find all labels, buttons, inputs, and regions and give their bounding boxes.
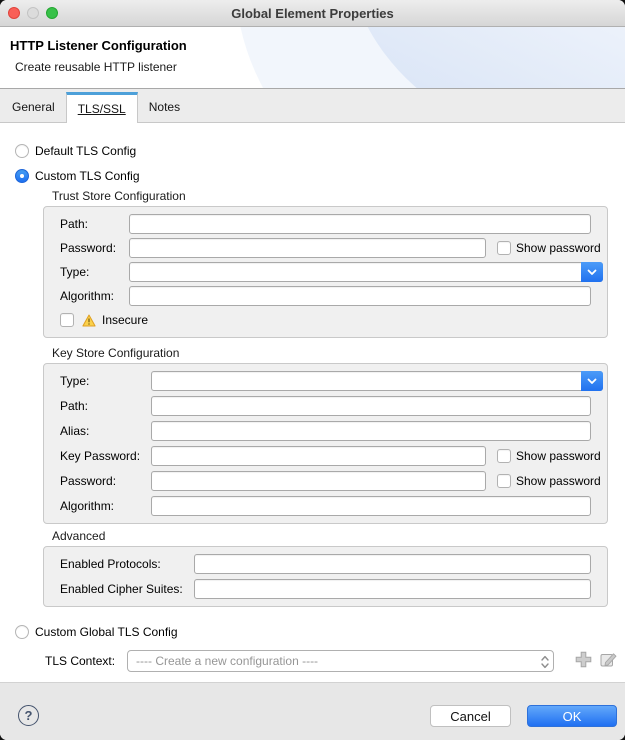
key-password-show-label: Show password bbox=[516, 474, 601, 488]
enabled-protocols-label: Enabled Protocols: bbox=[60, 557, 161, 571]
key-path-input[interactable] bbox=[151, 396, 591, 416]
cancel-button[interactable]: Cancel bbox=[430, 705, 511, 727]
trust-show-password-checkbox[interactable] bbox=[497, 241, 511, 255]
trust-password-label: Password: bbox=[60, 241, 117, 255]
key-password-input[interactable] bbox=[151, 471, 486, 491]
zoom-window-button[interactable] bbox=[46, 7, 58, 19]
tls-context-select[interactable]: ---- Create a new configuration ---- bbox=[127, 650, 554, 672]
trust-path-input[interactable] bbox=[129, 214, 591, 234]
trust-store-group-title: Trust Store Configuration bbox=[52, 189, 186, 203]
trust-store-group: Path: Password: Show password Type: Algo… bbox=[43, 206, 608, 338]
advanced-group: Enabled Protocols: Enabled Cipher Suites… bbox=[43, 546, 608, 607]
warning-icon bbox=[82, 314, 96, 327]
radio-unselected-icon bbox=[15, 144, 29, 158]
trust-type-label: Type: bbox=[60, 265, 90, 279]
key-store-group: Type: Path: Alias: Key Password: Show pa… bbox=[43, 363, 608, 524]
enabled-cipher-suites-input[interactable] bbox=[194, 579, 591, 599]
key-algorithm-label: Algorithm: bbox=[60, 499, 115, 513]
trust-insecure-checkbox[interactable] bbox=[60, 313, 74, 327]
trust-password-input[interactable] bbox=[129, 238, 486, 258]
global-element-properties-dialog: Global Element Properties HTTP Listener … bbox=[0, 0, 625, 740]
radio-unselected-icon bbox=[15, 625, 29, 639]
tab-general[interactable]: General bbox=[1, 92, 66, 122]
key-path-label: Path: bbox=[60, 399, 89, 413]
radio-default-tls-config[interactable]: Default TLS Config bbox=[15, 143, 625, 159]
plus-icon bbox=[575, 651, 592, 671]
chevron-down-icon[interactable] bbox=[581, 371, 603, 391]
radio-default-tls-label: Default TLS Config bbox=[35, 144, 137, 158]
dialog-header: HTTP Listener Configuration Create reusa… bbox=[0, 27, 625, 89]
chevron-down-icon[interactable] bbox=[581, 262, 603, 282]
key-alias-input[interactable] bbox=[151, 421, 591, 441]
dialog-footer: ? Cancel OK bbox=[0, 682, 625, 740]
trust-algorithm-input[interactable] bbox=[129, 286, 591, 306]
tab-notes[interactable]: Notes bbox=[138, 92, 191, 122]
traffic-lights bbox=[8, 0, 58, 26]
trust-show-password-label: Show password bbox=[516, 241, 601, 255]
trust-path-label: Path: bbox=[60, 217, 89, 231]
help-button[interactable]: ? bbox=[18, 705, 39, 726]
page-title: HTTP Listener Configuration bbox=[10, 38, 187, 53]
trust-algorithm-label: Algorithm: bbox=[60, 289, 115, 303]
key-key-password-show-checkbox[interactable] bbox=[497, 449, 511, 463]
close-window-button[interactable] bbox=[8, 7, 20, 19]
key-password-label: Password: bbox=[60, 474, 117, 488]
radio-custom-tls-label: Custom TLS Config bbox=[35, 169, 140, 183]
tls-context-selected-option: ---- Create a new configuration ---- bbox=[136, 654, 319, 668]
page-subtitle: Create reusable HTTP listener bbox=[15, 60, 177, 74]
edit-pencil-icon bbox=[600, 651, 618, 671]
trust-insecure-label: Insecure bbox=[102, 313, 149, 327]
tab-bar: General TLS/SSL Notes bbox=[0, 89, 625, 123]
key-password-show-checkbox[interactable] bbox=[497, 474, 511, 488]
radio-custom-global-tls-label: Custom Global TLS Config bbox=[35, 625, 178, 639]
minimize-window-button bbox=[27, 7, 39, 19]
window-title: Global Element Properties bbox=[231, 5, 394, 21]
radio-custom-global-tls-config[interactable]: Custom Global TLS Config bbox=[15, 624, 625, 640]
tls-context-label: TLS Context: bbox=[45, 654, 116, 668]
titlebar: Global Element Properties bbox=[0, 0, 625, 27]
tls-ssl-tab-panel: Default TLS Config Custom TLS Config Tru… bbox=[0, 123, 625, 682]
key-key-password-label: Key Password: bbox=[60, 449, 141, 463]
trust-type-select[interactable] bbox=[129, 262, 603, 282]
radio-selected-icon bbox=[15, 169, 29, 183]
advanced-group-title: Advanced bbox=[52, 529, 106, 543]
add-tls-context-button[interactable] bbox=[574, 651, 593, 671]
tab-tls-ssl[interactable]: TLS/SSL bbox=[65, 92, 138, 123]
key-alias-label: Alias: bbox=[60, 424, 90, 438]
enabled-protocols-input[interactable] bbox=[194, 554, 591, 574]
ok-button[interactable]: OK bbox=[527, 705, 617, 727]
key-store-group-title: Key Store Configuration bbox=[52, 346, 180, 360]
enabled-cipher-suites-label: Enabled Cipher Suites: bbox=[60, 582, 183, 596]
question-mark-icon: ? bbox=[24, 708, 33, 723]
key-key-password-show-label: Show password bbox=[516, 449, 601, 463]
key-key-password-input[interactable] bbox=[151, 446, 486, 466]
key-type-label: Type: bbox=[60, 374, 90, 388]
key-algorithm-input[interactable] bbox=[151, 496, 591, 516]
key-type-select[interactable] bbox=[151, 371, 603, 391]
up-down-stepper-icon bbox=[540, 654, 550, 670]
radio-custom-tls-config[interactable]: Custom TLS Config bbox=[15, 168, 625, 184]
edit-tls-context-button[interactable] bbox=[599, 652, 618, 670]
